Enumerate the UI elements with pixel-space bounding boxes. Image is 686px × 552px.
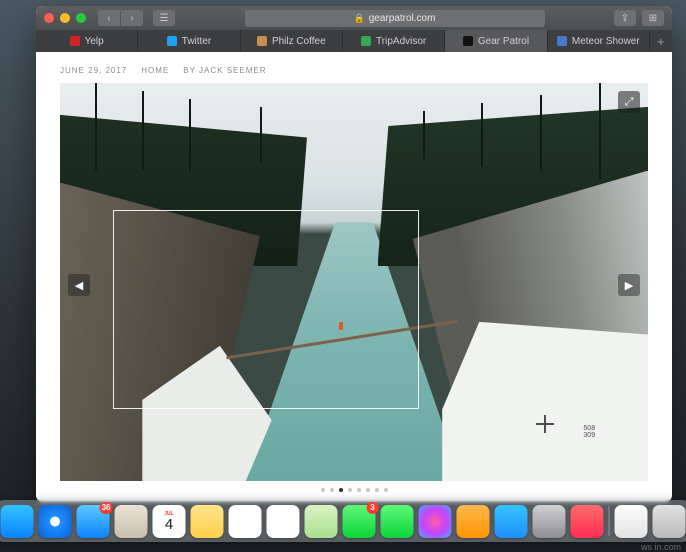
- traffic-lights: [44, 13, 86, 23]
- dock: 36 JUL4 3: [0, 500, 686, 542]
- page-content: JUNE 29, 2017 HOME By JACK SEEMER ⤢ ◀ ▶: [36, 52, 672, 502]
- dock-itunes-icon[interactable]: [419, 505, 452, 538]
- close-window-button[interactable]: [44, 13, 54, 23]
- back-button[interactable]: ‹: [98, 10, 120, 26]
- tab-favicon-icon: [70, 36, 80, 46]
- dock-finder-icon[interactable]: [1, 505, 34, 538]
- hero-snow-right: [442, 322, 648, 481]
- safari-window: ‹ › ☰ 🔒 gearpatrol.com ⇪ ⊞ Yelp Twitter Ph…: [36, 6, 672, 502]
- tab-favicon-icon: [361, 36, 371, 46]
- gallery-next-button[interactable]: ▶: [618, 274, 640, 296]
- screenshot-crosshair-icon: [536, 415, 554, 433]
- article-date: JUNE 29, 2017: [60, 66, 127, 75]
- dock-news-icon[interactable]: [571, 505, 604, 538]
- tab-label: Meteor Shower: [572, 36, 640, 47]
- address-bar-wrap: 🔒 gearpatrol.com: [181, 10, 608, 27]
- dock-photos-icon[interactable]: [267, 505, 300, 538]
- dock-appstore-icon[interactable]: [495, 505, 528, 538]
- window-titlebar: ‹ › ☰ 🔒 gearpatrol.com ⇪ ⊞: [36, 6, 672, 30]
- dock-calendar-icon[interactable]: JUL4: [153, 505, 186, 538]
- tab-label: Yelp: [85, 36, 104, 47]
- dock-maps-icon[interactable]: [305, 505, 338, 538]
- dock-notes-icon[interactable]: [191, 505, 224, 538]
- tab-yelp[interactable]: Yelp: [36, 30, 138, 52]
- sidebar-toggle-button[interactable]: ☰: [153, 10, 175, 26]
- dock-safari-icon[interactable]: [39, 505, 72, 538]
- tab-favicon-icon: [463, 36, 473, 46]
- tab-tripadvisor[interactable]: TripAdvisor: [343, 30, 445, 52]
- toolbar-right: ⇪ ⊞: [614, 10, 664, 26]
- badge: 3: [367, 502, 379, 514]
- forward-button[interactable]: ›: [121, 10, 143, 26]
- fullscreen-window-button[interactable]: [76, 13, 86, 23]
- gallery-expand-button[interactable]: ⤢: [618, 91, 640, 113]
- dock-trash-icon[interactable]: [653, 505, 686, 538]
- nav-back-forward: ‹ ›: [98, 10, 143, 26]
- tab-favicon-icon: [257, 36, 267, 46]
- dock-preferences-icon[interactable]: [533, 505, 566, 538]
- dock-contacts-icon[interactable]: [115, 505, 148, 538]
- dock-messages-icon[interactable]: 3: [343, 505, 376, 538]
- article-byline: By JACK SEEMER: [183, 66, 266, 75]
- pagination-dot[interactable]: [321, 488, 325, 492]
- tab-meteor-shower[interactable]: Meteor Shower: [548, 30, 650, 52]
- new-tab-button[interactable]: +: [650, 30, 672, 52]
- lock-icon: 🔒: [354, 13, 365, 24]
- dock-document-icon[interactable]: [615, 505, 648, 538]
- tab-label: Gear Patrol: [478, 36, 529, 47]
- tab-twitter[interactable]: Twitter: [138, 30, 240, 52]
- dock-divider: [609, 506, 610, 536]
- share-button[interactable]: ⇪: [614, 10, 636, 26]
- pagination-dot[interactable]: [339, 488, 343, 492]
- dock-facetime-icon[interactable]: [381, 505, 414, 538]
- address-bar[interactable]: 🔒 gearpatrol.com: [245, 10, 545, 27]
- tab-label: Philz Coffee: [272, 36, 326, 47]
- tab-gear-patrol[interactable]: Gear Patrol: [445, 30, 547, 52]
- tabs-overview-button[interactable]: ⊞: [642, 10, 664, 26]
- pagination-dot[interactable]: [384, 488, 388, 492]
- pagination-dot[interactable]: [366, 488, 370, 492]
- dock-mail-icon[interactable]: 36: [77, 505, 110, 538]
- screenshot-selection-box[interactable]: [113, 210, 419, 409]
- cursor-y: 309: [583, 432, 595, 439]
- article-category[interactable]: HOME: [141, 66, 169, 75]
- hero-gallery: ⤢ ◀ ▶ 508 309: [60, 83, 648, 481]
- dock-reminders-icon[interactable]: [229, 505, 262, 538]
- cursor-x: 508: [583, 425, 595, 432]
- pagination-dot[interactable]: [348, 488, 352, 492]
- watermark: ws in.com: [641, 542, 681, 552]
- dock-ibooks-icon[interactable]: [457, 505, 490, 538]
- badge: 36: [100, 502, 113, 514]
- tab-favicon-icon: [167, 36, 177, 46]
- address-text: gearpatrol.com: [369, 13, 436, 24]
- tab-label: TripAdvisor: [376, 36, 426, 47]
- gallery-prev-button[interactable]: ◀: [68, 274, 90, 296]
- pagination-dot[interactable]: [375, 488, 379, 492]
- pagination-dot[interactable]: [330, 488, 334, 492]
- pagination-dot[interactable]: [357, 488, 361, 492]
- tab-bar: Yelp Twitter Philz Coffee TripAdvisor Gear P…: [36, 30, 672, 52]
- tab-favicon-icon: [557, 36, 567, 46]
- minimize-window-button[interactable]: [60, 13, 70, 23]
- tab-philz-coffee[interactable]: Philz Coffee: [241, 30, 343, 52]
- article-author[interactable]: JACK SEEMER: [199, 66, 266, 75]
- article-meta: JUNE 29, 2017 HOME By JACK SEEMER: [60, 66, 648, 75]
- gallery-pagination: [60, 488, 648, 492]
- tab-label: Twitter: [182, 36, 211, 47]
- screenshot-cursor-coords: 508 309: [583, 425, 595, 439]
